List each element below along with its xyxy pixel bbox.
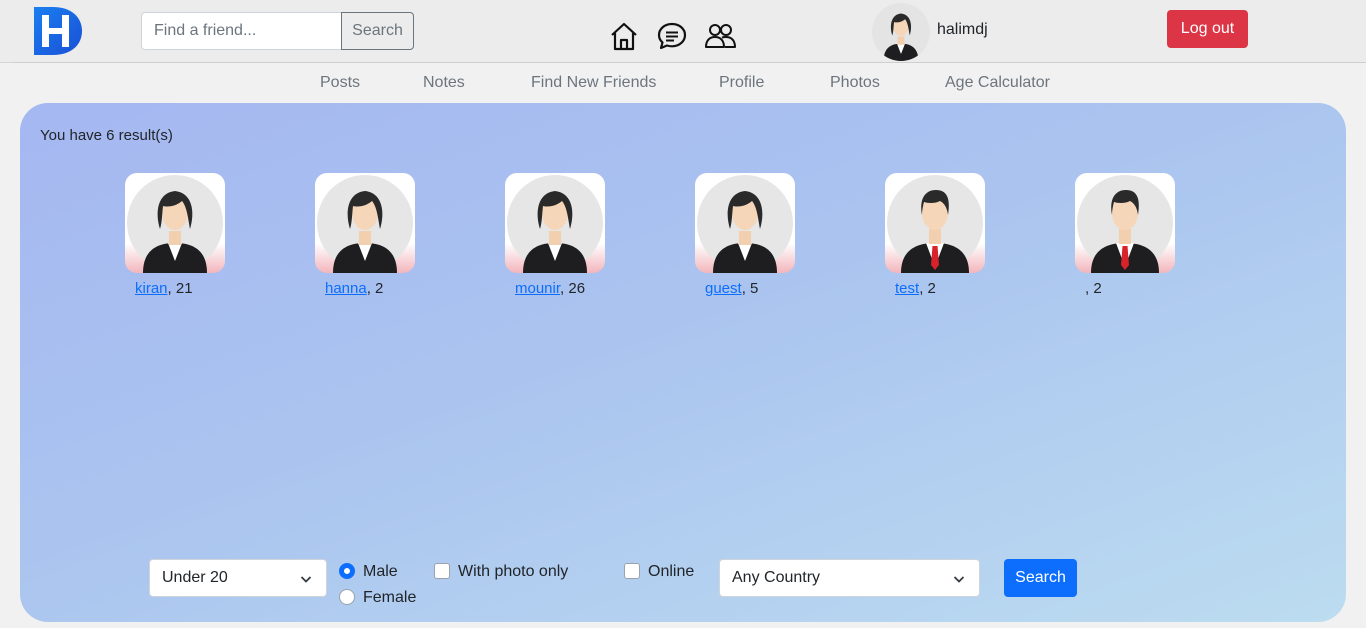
friend-label: hanna, 2 — [325, 280, 383, 297]
subnav-posts[interactable]: Posts — [320, 74, 360, 92]
friend-label: kiran, 21 — [135, 280, 193, 297]
subnav-photos[interactable]: Photos — [830, 74, 880, 92]
chevron-down-icon — [300, 576, 312, 583]
brand-logo[interactable] — [31, 6, 83, 56]
search-button[interactable]: Search — [341, 12, 414, 50]
friend-photo-hanna[interactable] — [315, 173, 415, 273]
friend-photo-kiran[interactable] — [125, 173, 225, 273]
female-avatar-icon — [127, 175, 223, 273]
friend-age: , 2 — [919, 280, 936, 297]
with-photo-checkbox[interactable] — [434, 563, 450, 579]
online-checkbox[interactable] — [624, 563, 640, 579]
female-avatar-icon — [697, 175, 793, 273]
subnav-age-calculator[interactable]: Age Calculator — [945, 74, 1050, 92]
friend-link-kiran[interactable]: kiran — [135, 280, 168, 297]
current-username[interactable]: halimdj — [937, 21, 988, 39]
gender-radio-female[interactable] — [339, 589, 355, 605]
friend-age: , 26 — [560, 280, 586, 297]
friend-link-mounir[interactable]: mounir — [515, 280, 560, 297]
friend-age: , 21 — [167, 280, 193, 297]
friend-age: , 2 — [366, 280, 384, 297]
chat-icon[interactable] — [656, 20, 688, 52]
friend-label: , 2 — [1085, 280, 1102, 297]
female-avatar-icon — [507, 175, 603, 273]
friend-age: , 5 — [741, 280, 759, 297]
friend-photo-unnamed[interactable] — [1075, 173, 1175, 273]
friend-label: test, 2 — [895, 280, 936, 297]
friend-photo-mounir[interactable] — [505, 173, 605, 273]
male-avatar-icon — [1077, 175, 1173, 273]
search-placeholder: Find a friend... — [154, 22, 257, 39]
country-select-value: Any Country — [732, 569, 821, 586]
female-avatar-icon — [872, 3, 930, 61]
friends-icon[interactable] — [704, 20, 736, 52]
female-avatar-icon — [317, 175, 413, 273]
age-select[interactable]: Under 20 — [149, 559, 327, 597]
filter-search-button[interactable]: Search — [1004, 559, 1077, 597]
friend-photo-test[interactable] — [885, 173, 985, 273]
friend-age: , 2 — [1085, 280, 1102, 297]
subnav-find-new-friends[interactable]: Find New Friends — [531, 74, 656, 92]
search-input[interactable]: Find a friend... — [141, 12, 342, 50]
gender-label-male: Male — [363, 563, 398, 580]
result-count: You have 6 result(s) — [40, 127, 173, 144]
subnav-notes[interactable]: Notes — [423, 74, 465, 92]
gender-radio-male[interactable] — [339, 563, 355, 579]
top-navbar: Find a friend... Search halimdj Log out — [0, 0, 1366, 63]
chevron-down-icon — [953, 576, 965, 583]
home-icon[interactable] — [608, 20, 640, 52]
subnav-divider — [12, 62, 1366, 63]
country-select[interactable]: Any Country — [719, 559, 980, 597]
online-label: Online — [648, 563, 695, 580]
user-avatar[interactable] — [872, 3, 930, 61]
friend-link-guest[interactable]: guest — [705, 280, 742, 297]
subnav-profile[interactable]: Profile — [719, 74, 764, 92]
age-select-value: Under 20 — [162, 569, 228, 586]
friend-label: guest, 5 — [705, 280, 758, 297]
logout-button[interactable]: Log out — [1167, 10, 1248, 48]
with-photo-label: With photo only — [458, 563, 569, 580]
friend-link-hanna[interactable]: hanna — [325, 280, 367, 297]
friend-label: mounir, 26 — [515, 280, 585, 297]
friend-photo-guest[interactable] — [695, 173, 795, 273]
gender-label-female: Female — [363, 589, 417, 606]
friend-link-test[interactable]: test — [895, 280, 919, 297]
male-avatar-icon — [887, 175, 983, 273]
